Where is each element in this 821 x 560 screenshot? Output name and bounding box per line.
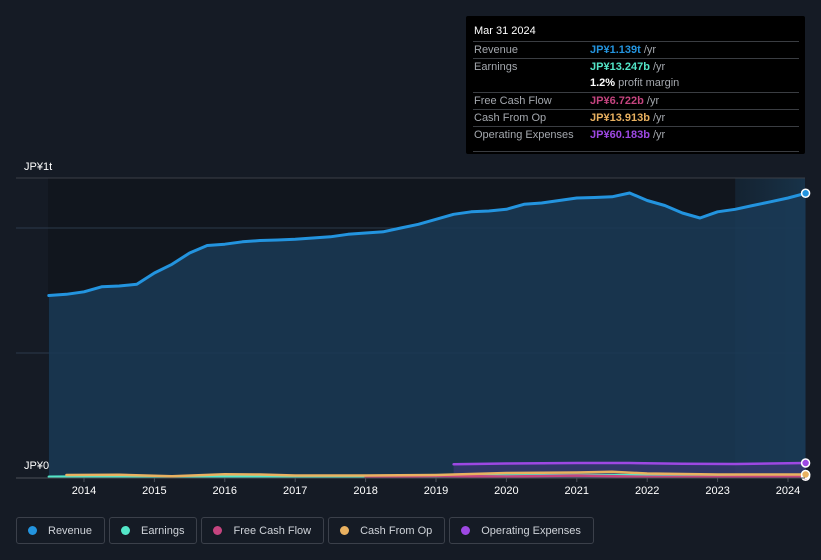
legend-label: Operating Expenses: [481, 524, 581, 537]
x-tick-label: 2021: [564, 485, 590, 497]
tooltip-label: Earnings: [474, 61, 518, 73]
x-tick-label: 2020: [494, 485, 519, 497]
tooltip-row-earnings: Earnings JP¥13.247b /yr: [473, 58, 799, 76]
x-tick-label: 2024: [775, 485, 801, 497]
x-axis-ticks: [16, 477, 805, 482]
legend-item-operating-expenses[interactable]: Operating Expenses: [449, 517, 594, 544]
free-cash-flow-dot-icon: [213, 526, 223, 535]
legend-item-cash-from-op[interactable]: Cash From Op: [328, 517, 446, 544]
tooltip-value: 1.2% profit margin: [590, 77, 680, 89]
x-tick-label: 2018: [353, 485, 378, 497]
operating-expenses-dot-icon: [461, 526, 471, 535]
revenue-dot-icon: [28, 526, 37, 535]
tooltip-row-free-cash-flow: Free Cash Flow JP¥6.722b /yr: [473, 92, 799, 110]
tooltip-label: Revenue: [474, 44, 519, 56]
tooltip-value: JP¥1.139t /yr: [590, 44, 657, 56]
tooltip-label: Operating Expenses: [474, 129, 574, 141]
revenue-end-marker: [800, 188, 811, 198]
earnings-dot-icon: [121, 526, 131, 535]
x-tick-label: 2014: [71, 485, 97, 497]
tooltip-value: JP¥13.913b /yr: [590, 112, 666, 124]
tooltip-row-revenue: Revenue JP¥1.139t /yr: [473, 41, 799, 59]
tooltip-row-cash-from-op: Cash From Op JP¥13.913b /yr: [473, 109, 799, 127]
y-axis-label-top: JP¥1t: [24, 161, 53, 173]
legend-item-free-cash-flow[interactable]: Free Cash Flow: [201, 517, 325, 544]
legend-item-earnings[interactable]: Earnings: [109, 517, 198, 544]
tooltip-value: JP¥6.722b /yr: [590, 95, 660, 107]
x-tick-label: 2015: [142, 485, 167, 497]
y-axis-label-zero: JP¥0: [24, 460, 50, 472]
tooltip-divider: [473, 151, 799, 152]
legend-label: Cash From Op: [360, 524, 433, 537]
legend-item-revenue[interactable]: Revenue: [16, 517, 106, 544]
legend-label: Earnings: [141, 524, 185, 537]
x-tick-label: 2017: [282, 485, 308, 497]
tooltip-date: Mar 31 2024: [474, 25, 536, 37]
legend-label: Free Cash Flow: [233, 524, 312, 537]
tooltip-value: JP¥60.183b /yr: [590, 129, 666, 141]
cash-from-op-end-marker: [800, 469, 811, 480]
x-tick-label: 2023: [705, 485, 730, 497]
operating-expenses-line: [452, 461, 807, 466]
x-tick-label: 2016: [212, 485, 238, 497]
x-tick-label: 2022: [634, 485, 660, 497]
tooltip-label: Free Cash Flow: [474, 95, 552, 107]
tooltip-row-profit-margin: 1.2% profit margin: [473, 75, 799, 92]
tooltip: Mar 31 2024 Revenue JP¥1.139t /yr Earnin…: [466, 16, 805, 154]
legend: Revenue Earnings Free Cash Flow Cash Fro…: [16, 517, 594, 544]
tooltip-value: JP¥13.247b /yr: [590, 61, 666, 73]
tooltip-row-operating-expenses: Operating Expenses JP¥60.183b /yr: [473, 126, 799, 144]
tooltip-label: Cash From Op: [474, 112, 547, 124]
legend-label: Revenue: [48, 524, 93, 537]
x-tick-label: 2019: [423, 485, 449, 497]
cash-from-op-dot-icon: [340, 526, 350, 535]
operating-expenses-end-marker: [800, 458, 811, 468]
